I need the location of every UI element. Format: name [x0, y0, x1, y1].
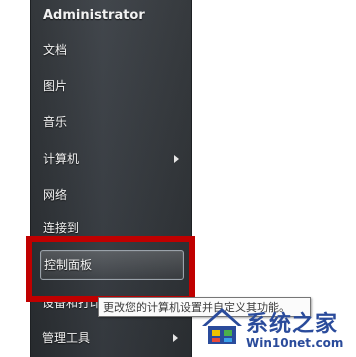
user-name-item[interactable]: Administrator	[43, 2, 183, 30]
menu-item-network[interactable]: 网络	[43, 181, 183, 209]
menu-item-label: 管理工具	[42, 331, 91, 345]
menu-item-label: 计算机	[43, 152, 80, 166]
submenu-arrow-icon	[173, 334, 178, 342]
menu-item-label: 文档	[43, 43, 68, 57]
menu-item-label: 连接到	[43, 221, 80, 235]
watermark-url: Win10net.com	[246, 336, 344, 350]
menu-item-label: 音乐	[43, 115, 68, 129]
menu-item-documents[interactable]: 文档	[43, 36, 183, 64]
menu-item-pictures[interactable]: 图片	[43, 72, 183, 100]
submenu-arrow-icon	[174, 155, 179, 163]
menu-item-music[interactable]: 音乐	[43, 108, 183, 136]
user-name-label: Administrator	[43, 8, 145, 23]
menu-item-computer[interactable]: 计算机	[43, 145, 183, 173]
red-highlight-box	[26, 236, 195, 302]
watermark-title: 系统之家	[246, 312, 339, 337]
house-logo-icon	[202, 308, 242, 344]
menu-item-admin-tools[interactable]: 管理工具	[42, 324, 182, 352]
watermark: 系统之家 Win10net.com	[198, 300, 356, 357]
menu-item-label: 图片	[43, 79, 68, 93]
menu-item-label: 网络	[43, 188, 68, 202]
